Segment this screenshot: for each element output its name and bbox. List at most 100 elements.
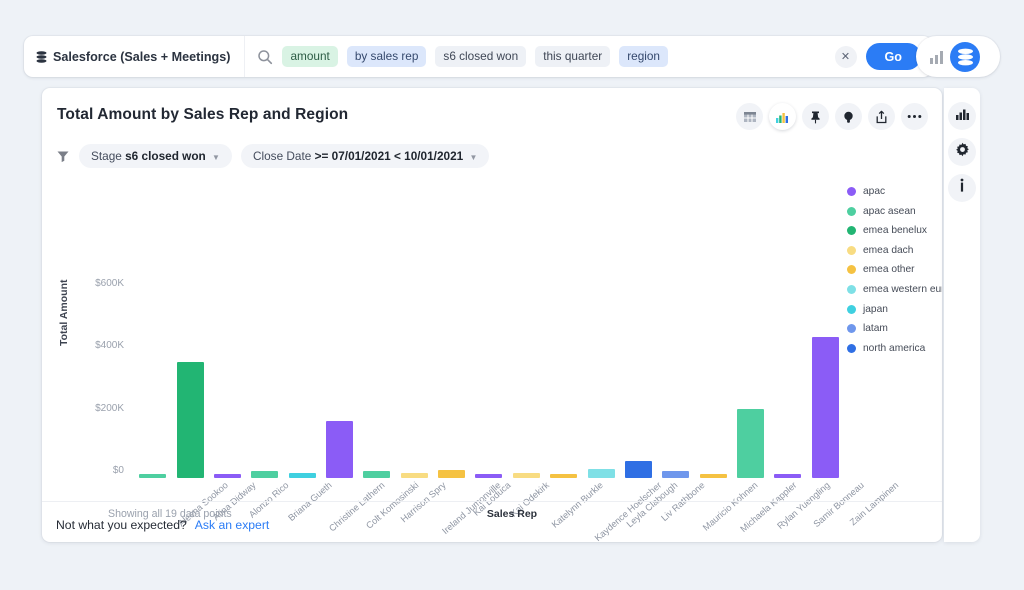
filter-label-close-date: Close Date (252, 149, 312, 163)
search-token-area[interactable]: amount by sales rep s6 closed won this q… (245, 36, 834, 77)
legend-label: emea other (863, 264, 915, 276)
sidebar-item-settings[interactable] (948, 138, 976, 166)
bar-rect (213, 473, 241, 478)
data-stack-icon[interactable] (950, 41, 980, 72)
table-icon[interactable] (736, 103, 763, 130)
y-axis-tick-label: $400K (95, 340, 124, 352)
legend-item[interactable]: japan (847, 304, 942, 315)
search-token-amount[interactable]: amount (282, 45, 338, 68)
y-axis-tick-label: $600K (95, 278, 124, 289)
filter-pill-close-date[interactable]: Close Date >= 07/01/2021 < 10/01/2021 ▼ (240, 144, 490, 168)
legend-color-swatch (847, 343, 856, 353)
legend-item[interactable]: emea benelux (847, 225, 942, 236)
legend-label: apac (863, 186, 886, 197)
legend-label: japan (863, 303, 888, 315)
search-icon (257, 49, 273, 65)
go-button[interactable]: Go (865, 43, 921, 70)
legend-label: latam (863, 323, 888, 335)
legend-color-swatch (847, 265, 856, 275)
bar-rect (438, 469, 466, 478)
bar-rect (475, 473, 503, 478)
legend-item[interactable]: emea dach (847, 245, 942, 256)
chart-bar[interactable] (134, 185, 171, 478)
legend-label: emea western europe (863, 283, 942, 295)
share-icon[interactable] (868, 103, 895, 130)
filter-pill-stage[interactable]: Stage s6 closed won ▼ (79, 144, 232, 168)
legend-color-swatch (847, 284, 856, 294)
right-sidebar (944, 88, 980, 542)
legend-item[interactable]: north america (847, 343, 942, 354)
y-axis-tick-label: $0 (112, 465, 124, 476)
chevron-down-icon: ▼ (469, 153, 478, 162)
legend-label: apac asean (863, 205, 916, 217)
search-token-region[interactable]: region (619, 45, 668, 68)
bar-rect (400, 473, 428, 478)
bar-rect (624, 461, 652, 478)
filter-bar: Stage s6 closed won ▼ Close Date >= 07/0… (56, 144, 490, 168)
legend-label: emea benelux (863, 225, 928, 237)
chart-bar[interactable] (358, 185, 395, 478)
legend-label: north america (863, 342, 926, 354)
chart-bar[interactable] (209, 185, 246, 478)
bar-rect (737, 409, 765, 478)
sidebar-item-charts[interactable] (948, 102, 976, 130)
bar-chart-icon[interactable] (769, 103, 796, 130)
pin-icon[interactable] (802, 103, 829, 130)
chart-bar[interactable] (433, 185, 470, 478)
legend-color-swatch (847, 187, 856, 196)
bar-rect (251, 471, 279, 478)
bar-rect (774, 473, 802, 478)
search-token-s6-closed-won[interactable]: s6 closed won (435, 45, 527, 68)
chart-legend: apac apac asean emea benelux emea dach emea … (847, 186, 942, 354)
chart-toolbar (736, 103, 928, 130)
chart-plot-area: Total Amount $0 $200K $400K $600K Aleena So… (42, 178, 942, 542)
legend-item[interactable]: apac (847, 186, 942, 197)
sidebar-item-info[interactable] (948, 174, 976, 202)
chart-bars (134, 178, 844, 478)
legend-label: emea dach (863, 244, 914, 256)
chart-bar[interactable] (695, 185, 732, 478)
bar-rect (587, 469, 615, 478)
app-root: Salesforce (Sales + Meetings) amount by … (0, 0, 1024, 590)
filter-label-stage: Stage (91, 149, 122, 163)
datasource-label: Salesforce (Sales + Meetings) (53, 49, 231, 64)
chart-bar[interactable] (769, 185, 806, 478)
chart-bar[interactable] (171, 185, 208, 478)
legend-item[interactable]: emea other (847, 264, 942, 275)
chart-bar[interactable] (732, 185, 769, 478)
legend-item[interactable]: latam (847, 323, 942, 334)
datasource-selector[interactable]: Salesforce (Sales + Meetings) (24, 36, 246, 77)
chart-bar[interactable] (657, 185, 694, 478)
bar-rect (288, 473, 316, 478)
clear-search-button[interactable]: ✕ (834, 45, 857, 68)
search-bar: Salesforce (Sales + Meetings) amount by … (24, 36, 932, 77)
divider (42, 501, 942, 502)
lightbulb-icon[interactable] (835, 103, 862, 130)
legend-color-swatch (847, 245, 856, 255)
chart-bar[interactable] (321, 185, 358, 478)
chart-bar[interactable] (807, 185, 844, 478)
legend-color-swatch (847, 324, 856, 334)
chart-bar[interactable] (246, 185, 283, 478)
chart-bar[interactable] (283, 185, 320, 478)
bar-rect (326, 421, 353, 478)
bar-rect (512, 472, 540, 478)
legend-item[interactable]: emea western europe (847, 284, 942, 295)
legend-color-swatch (847, 226, 856, 236)
chart-bar[interactable] (620, 185, 657, 478)
more-icon[interactable] (901, 103, 928, 130)
bar-chart-icon[interactable] (926, 47, 946, 67)
chart-bar[interactable] (470, 185, 507, 478)
filter-value-stage: s6 closed won (125, 149, 206, 163)
chart-bar[interactable] (508, 185, 545, 478)
chart-bar[interactable] (396, 185, 433, 478)
chart-bar[interactable] (545, 185, 582, 478)
bar-rect (139, 474, 167, 478)
chart-bar[interactable] (582, 185, 619, 478)
ask-an-expert-link[interactable]: Ask an expert (195, 518, 270, 532)
bar-rect (363, 471, 391, 478)
stack-icon (36, 50, 47, 63)
legend-item[interactable]: apac asean (847, 206, 942, 217)
search-token-this-quarter[interactable]: this quarter (535, 45, 611, 68)
search-token-by-sales-rep[interactable]: by sales rep (346, 45, 427, 68)
